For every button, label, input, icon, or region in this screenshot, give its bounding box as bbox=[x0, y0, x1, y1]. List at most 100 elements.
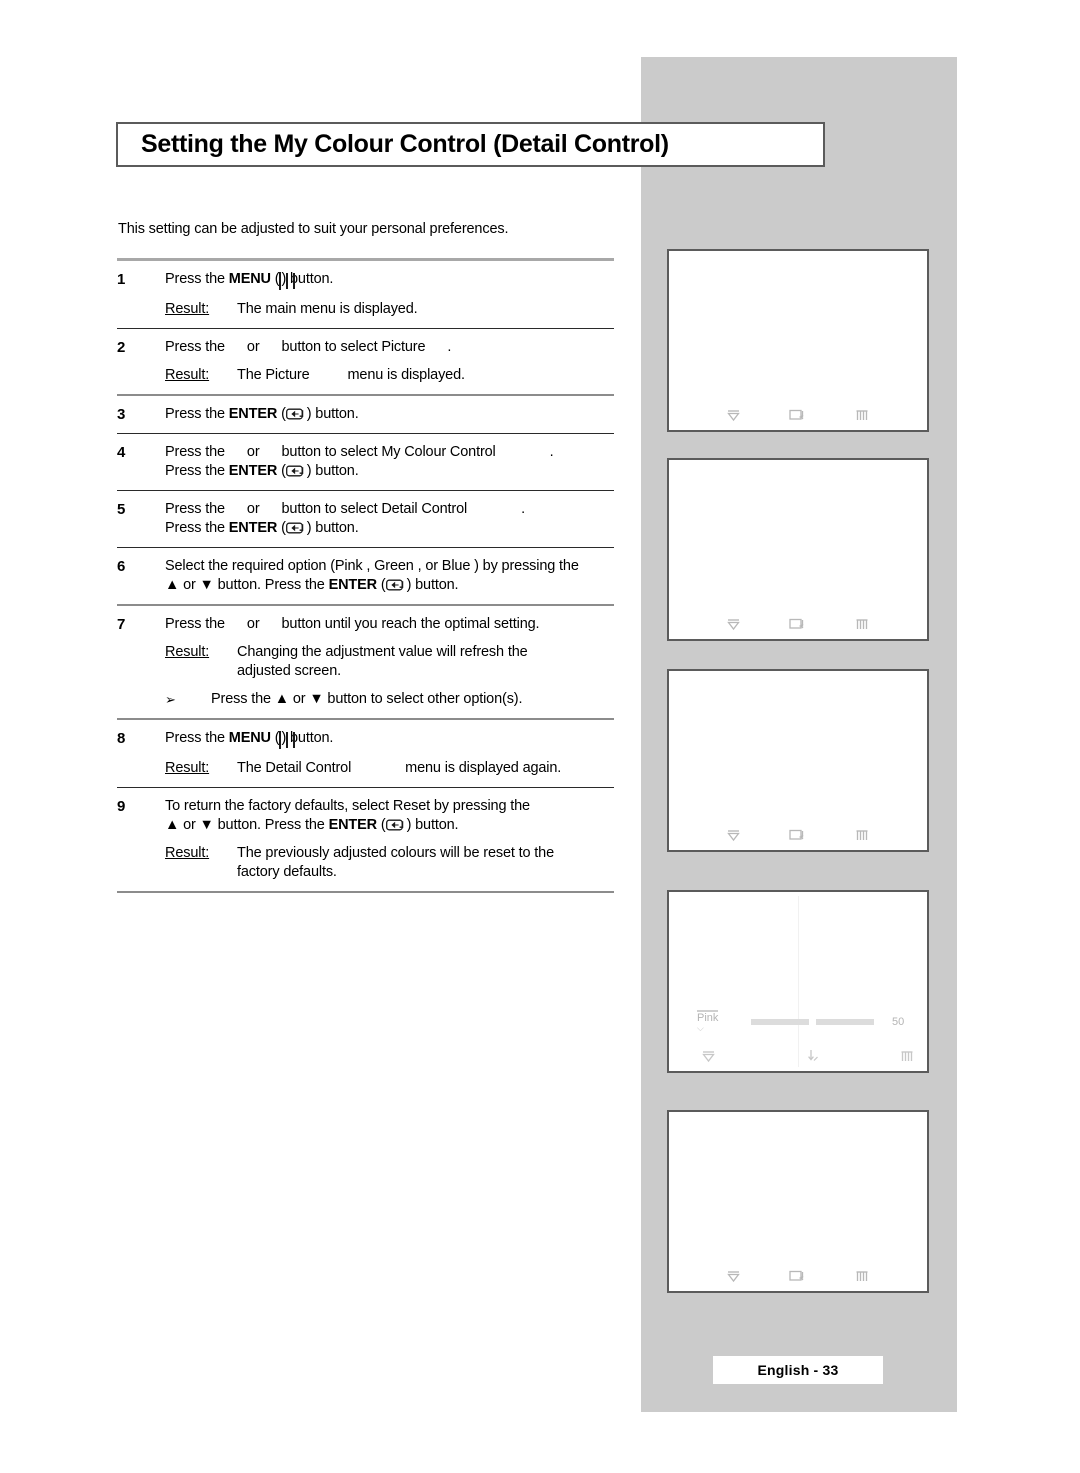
osd-hint-bar bbox=[669, 829, 927, 842]
osd-hint-bar bbox=[669, 618, 927, 631]
step-8: 8 Press the MENU () button. Result: The … bbox=[117, 720, 614, 787]
slider-segment bbox=[751, 1019, 809, 1025]
osd-hint-bar bbox=[669, 1049, 927, 1063]
slider-value: 50 bbox=[892, 1016, 905, 1028]
menu-key-label: MENU bbox=[228, 730, 271, 746]
step-9: 9 To return the factory defaults, select… bbox=[117, 788, 614, 891]
return-menu-icon bbox=[856, 410, 868, 420]
step-text-a: Press the bbox=[165, 339, 225, 355]
step-text-a: Press the bbox=[165, 444, 225, 460]
step-text: Select the required option (Pink , Green… bbox=[165, 558, 579, 593]
step-number: 7 bbox=[117, 616, 126, 633]
enter-icon bbox=[789, 618, 804, 629]
step-text-post: ) button. bbox=[406, 817, 459, 833]
step-text-pre: Press the bbox=[165, 271, 229, 287]
enter-icon bbox=[385, 819, 403, 831]
return-menu-icon bbox=[856, 619, 868, 629]
result-line-1: Changing the adjustment value will refre… bbox=[237, 644, 528, 660]
slider-segment bbox=[816, 1019, 874, 1025]
step-text: Press the or button until you reach the op… bbox=[165, 615, 614, 709]
result-line-2: adjusted screen. bbox=[237, 663, 341, 679]
step-note: ➢ Press the ▲ or ▼ button to select othe… bbox=[165, 690, 614, 709]
result-label: Result: bbox=[165, 301, 210, 317]
step-text: Press the MENU () button. Result: The ma… bbox=[165, 270, 614, 319]
result-text-b: menu is displayed. bbox=[347, 367, 466, 383]
osd-hint-bar bbox=[669, 1270, 927, 1283]
move-down-icon bbox=[727, 619, 740, 631]
step-text: Press the or button to select Picture. Res… bbox=[165, 338, 614, 385]
step-text-d: . bbox=[549, 444, 554, 460]
step-result: Result: The Picture menu is displayed. bbox=[165, 366, 614, 385]
result-label: Result: bbox=[165, 760, 210, 776]
result-text-a: The Detail Control bbox=[237, 760, 352, 776]
return-menu-icon bbox=[856, 1271, 868, 1281]
step-text-post: ) button. bbox=[306, 406, 359, 422]
step-text-a: To return the factory defaults, select R… bbox=[165, 798, 530, 814]
slider-track[interactable] bbox=[751, 1019, 874, 1025]
osd-screenshot-3 bbox=[667, 669, 929, 852]
result-text-a: The Picture bbox=[237, 367, 310, 383]
step-4: 4 Press the or button to select My Colour … bbox=[117, 434, 614, 490]
step-result: Result: The Detail Control menu is displa… bbox=[165, 759, 614, 778]
enter-icon bbox=[285, 465, 303, 477]
menu-key-label: MENU bbox=[228, 271, 271, 287]
step-number: 8 bbox=[117, 730, 126, 747]
divider-bottom bbox=[117, 891, 614, 893]
step-text-pre: Press the bbox=[165, 406, 229, 422]
step-text-a: Press the bbox=[165, 501, 225, 517]
osd-screenshot-2 bbox=[667, 458, 929, 641]
enter-icon bbox=[285, 408, 303, 420]
document-page: Setting the My Colour Control (Detail Co… bbox=[0, 0, 1080, 1473]
step-text: Press the or button to select My Colour Co… bbox=[165, 444, 554, 479]
result-line-1: The previously adjusted colours will be … bbox=[237, 845, 555, 861]
step-text-post: ) button. bbox=[306, 463, 359, 479]
step-text-c: button until you reach the optimal setti… bbox=[281, 616, 540, 632]
step-3: 3 Press the ENTER () button. bbox=[117, 396, 614, 433]
step-5: 5 Press the or button to select Detail Con… bbox=[117, 491, 614, 547]
result-label: Result: bbox=[165, 367, 210, 383]
intro-paragraph: This setting can be adjusted to suit you… bbox=[118, 221, 509, 237]
result-text: The main menu is displayed. bbox=[237, 301, 418, 317]
note-text: Press the ▲ or ▼ button to select other … bbox=[211, 691, 523, 707]
osd-screenshot-4: Pink ⌵ 50 bbox=[667, 890, 929, 1073]
result-label: Result: bbox=[165, 845, 210, 861]
step-text: Press the or button to select Detail Contr… bbox=[165, 501, 525, 536]
enter-icon bbox=[285, 522, 303, 534]
slider-label-group: Pink ⌵ bbox=[697, 1010, 745, 1034]
step-text-pre: Press the bbox=[165, 463, 229, 479]
step-text-b: or bbox=[246, 501, 260, 517]
page-footer: English - 33 bbox=[713, 1356, 883, 1384]
step-text: Press the MENU () button. Result: The De… bbox=[165, 729, 614, 778]
slider-label: Pink bbox=[697, 1010, 719, 1024]
step-number: 2 bbox=[117, 339, 126, 356]
osd-slider-row: Pink ⌵ 50 bbox=[697, 1010, 907, 1034]
result-text: The Picture menu is displayed. bbox=[225, 366, 614, 385]
step-text: To return the factory defaults, select R… bbox=[165, 797, 614, 882]
osd-center-divider bbox=[798, 896, 799, 1067]
step-result: Result: Changing the adjustment value wi… bbox=[165, 643, 614, 681]
bullet-arrow-icon: ➢ bbox=[165, 692, 176, 707]
step-text-pre: Press the bbox=[165, 520, 229, 536]
step-text-a: Press the bbox=[165, 616, 225, 632]
enter-key-label: ENTER bbox=[228, 520, 278, 536]
result-text: Changing the adjustment value will refre… bbox=[225, 643, 614, 681]
step-text-c: button to select My Colour Control bbox=[281, 444, 496, 460]
move-down-icon bbox=[702, 1050, 715, 1062]
move-down-icon bbox=[727, 830, 740, 842]
step-number: 1 bbox=[117, 271, 126, 288]
enter-icon bbox=[789, 1270, 804, 1281]
enter-icon bbox=[385, 579, 403, 591]
step-text-b: or bbox=[246, 616, 260, 632]
step-number: 4 bbox=[117, 444, 126, 461]
enter-key-label: ENTER bbox=[328, 577, 378, 593]
step-text-post: ) button. bbox=[306, 520, 359, 536]
step-text-post: ) button. bbox=[281, 271, 334, 287]
enter-key-label: ENTER bbox=[328, 817, 378, 833]
step-number: 9 bbox=[117, 798, 126, 815]
enter-key-label: ENTER bbox=[228, 463, 278, 479]
result-text-b: menu is displayed again. bbox=[405, 760, 562, 776]
page-number-label: English - 33 bbox=[757, 1362, 839, 1378]
enter-icon bbox=[789, 829, 804, 840]
step-text-d: . bbox=[447, 339, 452, 355]
step-number: 6 bbox=[117, 558, 126, 575]
